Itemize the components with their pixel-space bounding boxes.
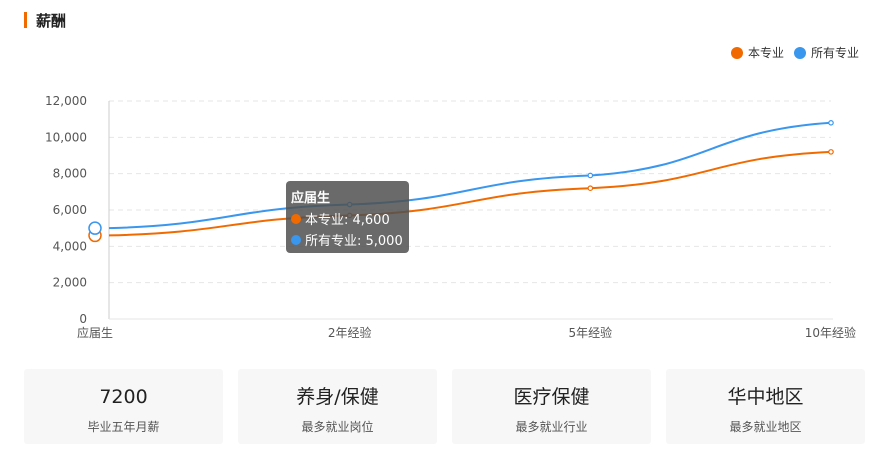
tooltip-row-all: 所有专业: 5,000 <box>291 230 404 249</box>
x-tick-label: 10年经验 <box>805 325 856 340</box>
y-tick-label: 6,000 <box>53 203 87 217</box>
x-tick-label: 2年经验 <box>328 325 372 340</box>
x-tick-label: 5年经验 <box>569 325 613 340</box>
stat-label: 最多就业岗位 <box>301 420 374 434</box>
stat-card-salary: 7200 毕业五年月薪 <box>24 369 223 444</box>
x-tick-label: 应届生 <box>77 325 113 340</box>
tooltip-value-all: 所有专业: 5,000 <box>305 234 403 249</box>
series-layer <box>88 120 834 243</box>
stat-card-position: 养身/保健 最多就业岗位 <box>238 369 437 444</box>
stat-value: 7200 <box>99 386 148 408</box>
stat-label: 最多就业行业 <box>515 420 588 434</box>
tooltip-title: 应届生 <box>291 191 331 206</box>
data-point <box>828 120 834 126</box>
tooltip-row-major: 本专业: 4,600 <box>291 209 404 228</box>
series-line-all <box>108 121 832 230</box>
series-line-major <box>108 150 832 237</box>
y-tick-label: 12,000 <box>45 94 87 108</box>
tooltip-dot-all <box>291 234 301 245</box>
y-tick-label: 2,000 <box>53 276 87 290</box>
data-point <box>828 149 834 155</box>
tooltip-value-major: 本专业: 4,600 <box>305 213 390 228</box>
stat-cards: 7200 毕业五年月薪 养身/保健 最多就业岗位 医疗保健 最多就业行业 华中地… <box>24 369 865 444</box>
stat-value: 华中地区 <box>727 386 804 408</box>
stat-label: 毕业五年月薪 <box>87 420 160 434</box>
salary-line-chart: 0 2,000 4,000 6,000 8,000 10,000 12,000 应届生 2年经验… <box>45 94 856 340</box>
data-point <box>587 185 594 192</box>
y-tick-label: 10,000 <box>45 130 87 144</box>
grid-layer <box>109 100 831 284</box>
y-tick-label: 0 <box>79 312 87 326</box>
y-tick-label: 8,000 <box>53 167 87 181</box>
stat-value: 医疗保健 <box>513 386 590 408</box>
stat-card-industry: 医疗保健 最多就业行业 <box>452 369 651 444</box>
stat-value: 养身/保健 <box>296 386 379 408</box>
stat-card-region: 华中地区 最多就业地区 <box>666 369 865 444</box>
stat-label: 最多就业地区 <box>729 420 802 434</box>
tooltip-dot-major <box>291 213 301 224</box>
data-point <box>587 172 594 179</box>
chart-tooltip: 应届生 本专业: 4,600 所有专业: 5,000 <box>286 181 409 253</box>
y-tick-label: 4,000 <box>53 239 87 253</box>
data-point-highlight <box>88 221 102 235</box>
axis-layer: 0 2,000 4,000 6,000 8,000 10,000 12,000 应届生 2年经验… <box>45 94 856 340</box>
